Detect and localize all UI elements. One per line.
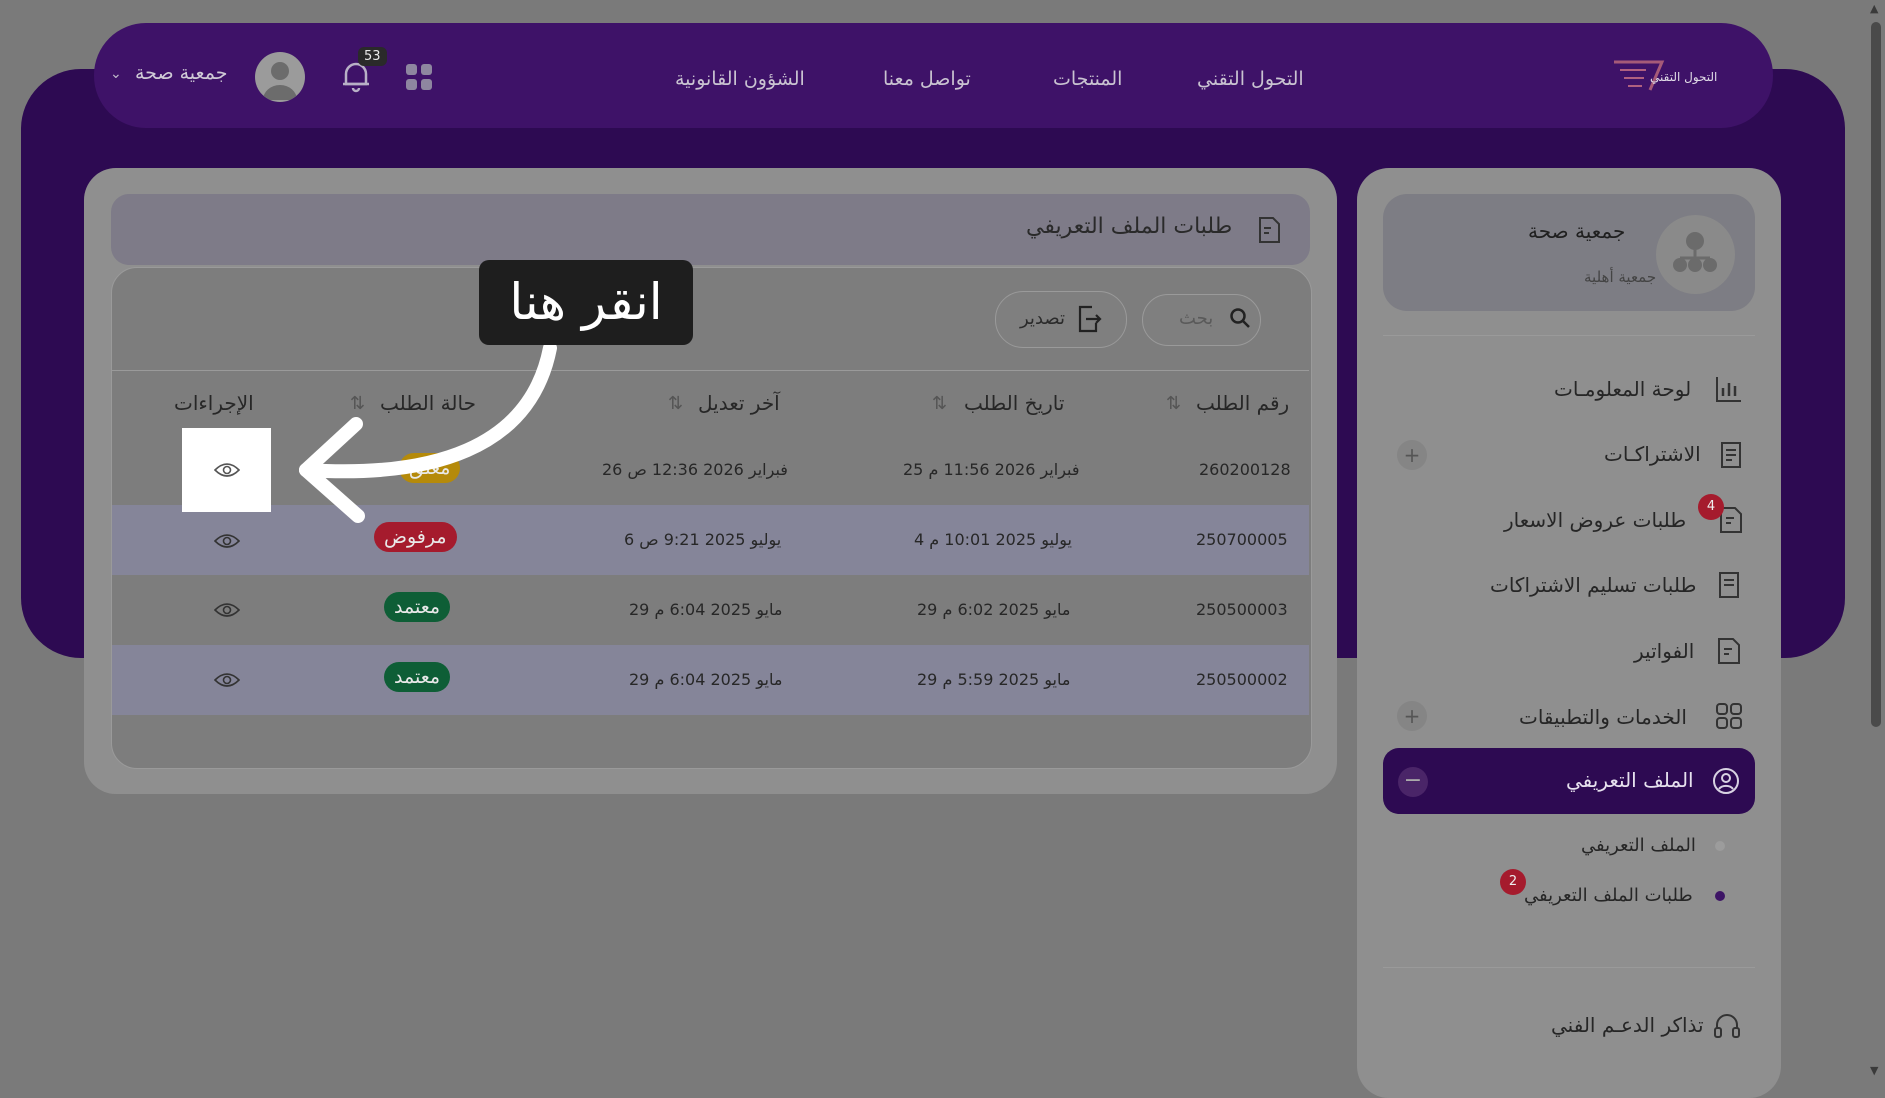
subitem-dot-active <box>1715 891 1725 901</box>
headset-icon <box>1714 1014 1740 1038</box>
apps-grid-icon[interactable] <box>404 62 434 92</box>
search-icon <box>1230 308 1250 328</box>
view-eye-icon[interactable] <box>214 671 240 689</box>
export-icon <box>1078 305 1102 333</box>
sidebar-item-invoices[interactable]: الفواتير <box>1634 639 1694 663</box>
request-date: 4 يوليو 2025 10:01 م <box>914 530 1072 549</box>
nav-products[interactable]: المنتجات <box>1053 68 1122 90</box>
sort-icon[interactable]: ⇅ <box>668 393 683 414</box>
view-eye-icon[interactable] <box>214 601 240 619</box>
collapse-minus-icon[interactable]: − <box>1398 767 1428 797</box>
organization-icon <box>1673 232 1717 272</box>
last-modified: 26 فبراير 2026 12:36 ص <box>602 460 788 479</box>
last-modified: 29 مايو 2025 6:04 م <box>629 670 783 689</box>
divider <box>1383 335 1755 336</box>
column-last-modified[interactable]: آخر تعديل <box>698 391 780 415</box>
request-id: 250500003 <box>1196 600 1288 619</box>
sidebar-item-dashboard[interactable]: لوحة المعلومـات <box>1554 377 1691 401</box>
sidebar-subitem-profile-requests[interactable]: طلبات الملف التعريفي <box>1524 885 1693 906</box>
apps-grid-icon <box>1716 703 1742 729</box>
request-id: 250500002 <box>1196 670 1288 689</box>
status-badge: معتمد <box>384 662 451 692</box>
org-type: جمعية أهلية <box>1584 268 1657 286</box>
receipt-icon <box>1721 442 1741 468</box>
org-avatar <box>1656 215 1735 294</box>
sort-icon[interactable]: ⇅ <box>1166 393 1181 414</box>
sidebar-item-support-tickets[interactable]: تذاكر الدعـم الفني <box>1551 1013 1704 1037</box>
request-id: 250700005 <box>1196 530 1288 549</box>
scroll-down-arrow-icon[interactable]: ▼ <box>1870 1064 1878 1077</box>
receipt-icon <box>1719 572 1739 598</box>
column-request-date[interactable]: تاريخ الطلب <box>964 391 1064 415</box>
sort-icon[interactable]: ⇅ <box>932 393 947 414</box>
request-date: 29 مايو 2025 6:02 م <box>917 600 1071 619</box>
view-eye-icon[interactable] <box>214 532 240 550</box>
document-dollar-icon <box>1259 217 1280 243</box>
page-title: طلبات الملف التعريفي <box>1026 214 1233 239</box>
tutorial-callout-text: انقر هنا <box>509 273 663 331</box>
request-id: 260200128 <box>1199 460 1291 479</box>
scrollbar-thumb[interactable] <box>1871 22 1881 727</box>
column-request-id[interactable]: رقم الطلب <box>1196 391 1289 415</box>
divider <box>1383 967 1755 968</box>
nav-tech-transformation[interactable]: التحول التقني <box>1197 68 1304 90</box>
quote-requests-count-badge: 4 <box>1698 494 1724 520</box>
request-date: 25 فبراير 2026 11:56 م <box>903 460 1080 479</box>
search-placeholder: بحث <box>1179 308 1214 329</box>
sidebar-subitem-profile[interactable]: الملف التعريفي <box>1581 835 1696 856</box>
user-circle-icon <box>1713 768 1739 794</box>
export-label: تصدير <box>1020 308 1066 329</box>
expand-plus-icon[interactable]: + <box>1397 701 1427 731</box>
expand-plus-icon[interactable]: + <box>1397 440 1427 470</box>
sidebar-item-subscription-delivery[interactable]: طلبات تسليم الاشتراكات <box>1490 573 1696 597</box>
status-badge: معتمد <box>384 592 451 622</box>
user-avatar-icon <box>263 62 297 100</box>
column-actions: الإجراءات <box>174 391 254 415</box>
chart-icon <box>1716 377 1741 402</box>
scroll-up-arrow-icon[interactable]: ▲ <box>1870 2 1878 15</box>
org-name: جمعية صحة <box>1528 219 1626 243</box>
chevron-down-icon[interactable]: ⌄ <box>110 66 122 82</box>
user-avatar[interactable] <box>255 52 305 102</box>
request-date: 29 مايو 2025 5:59 م <box>917 670 1071 689</box>
view-eye-icon[interactable] <box>214 461 240 479</box>
invoice-icon <box>1718 638 1740 664</box>
logo-text: التحول التقني <box>1650 70 1718 84</box>
subitem-dot <box>1715 841 1725 851</box>
sidebar-item-subscriptions[interactable]: الاشتراكـات <box>1604 442 1701 466</box>
last-modified: 6 يوليو 2025 9:21 ص <box>624 530 782 549</box>
user-menu-name[interactable]: جمعية صحة <box>135 62 227 84</box>
notification-count-badge: 53 <box>358 47 387 66</box>
last-modified: 29 مايو 2025 6:04 م <box>629 600 783 619</box>
sidebar-item-services-apps[interactable]: الخدمات والتطبيقات <box>1519 705 1687 729</box>
nav-contact[interactable]: تواصل معنا <box>883 68 971 90</box>
profile-requests-count-badge: 2 <box>1500 869 1526 895</box>
pointer-arrow-icon <box>299 341 557 523</box>
sidebar-item-quote-requests[interactable]: طلبات عروض الاسعار <box>1504 508 1686 532</box>
sidebar-item-profile-label: الملف التعريفي <box>1566 768 1694 792</box>
nav-legal[interactable]: الشؤون القانونية <box>675 68 805 90</box>
